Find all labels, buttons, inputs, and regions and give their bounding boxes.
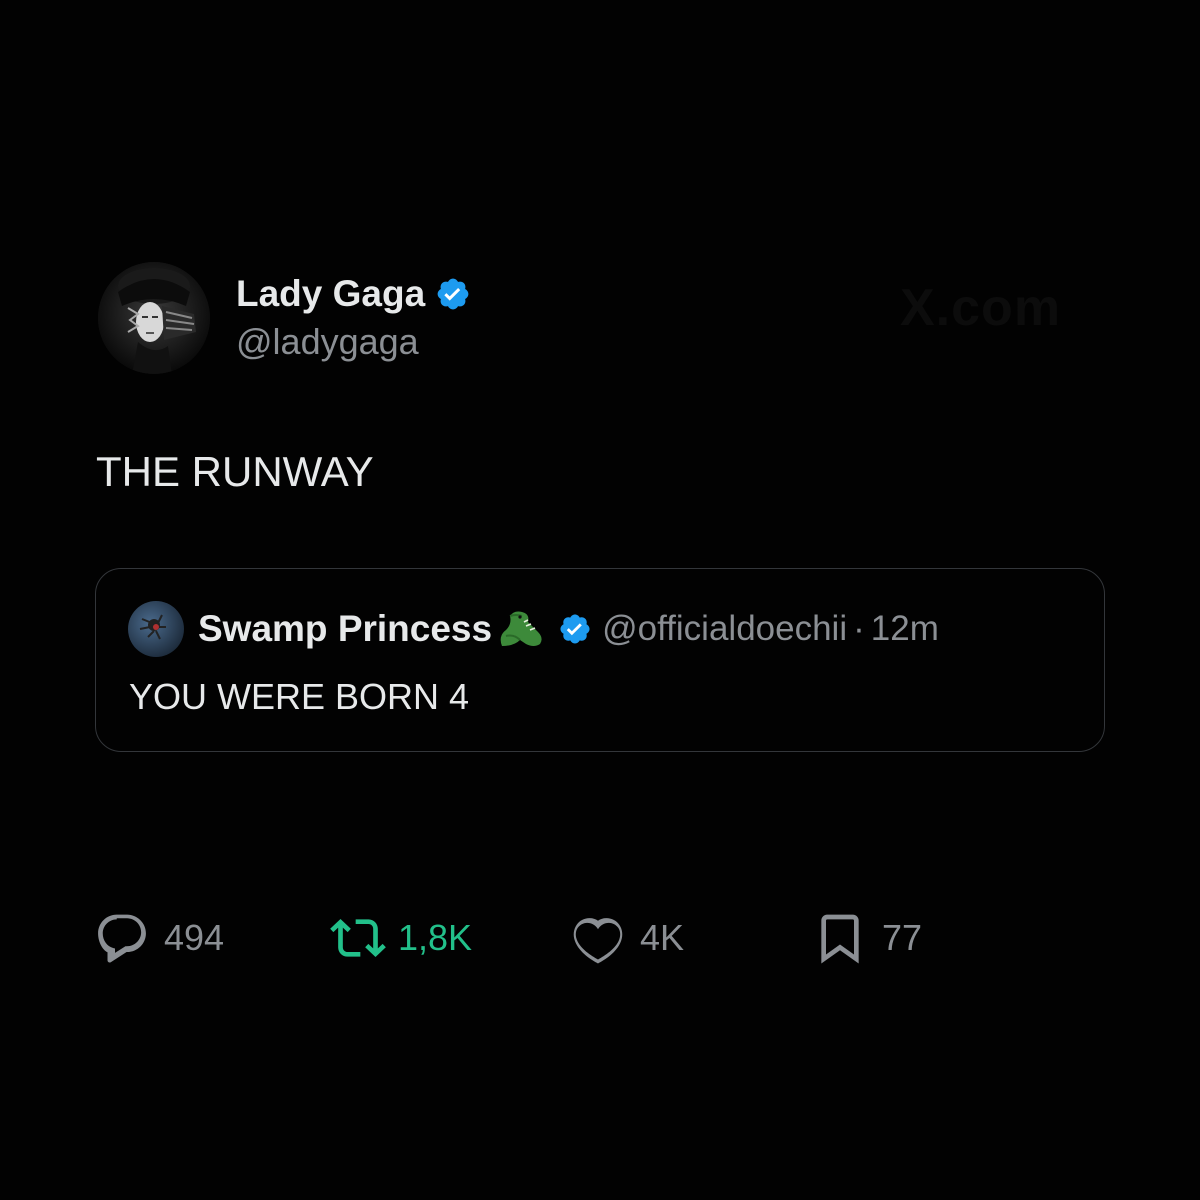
crocodile-icon bbox=[494, 606, 546, 652]
heart-icon bbox=[573, 918, 623, 964]
watermark: X.com bbox=[900, 279, 1062, 337]
bookmark-count: 77 bbox=[882, 917, 923, 958]
verified-badge-icon[interactable] bbox=[435, 276, 471, 312]
like-count: 4K bbox=[640, 917, 685, 958]
reply-count: 494 bbox=[164, 917, 225, 958]
tweet-screenshot: X.com Lady Gaga @ladygaga THE RUNWAY Swa… bbox=[0, 0, 1200, 1200]
like-button[interactable]: 4K bbox=[570, 910, 684, 966]
tweet-action-bar: 494 1,8K 4K 77 bbox=[94, 910, 994, 966]
quote-header: Swamp Princess @officialdoechii · 12m bbox=[128, 601, 939, 657]
author-info: Lady Gaga @ladygaga bbox=[236, 272, 471, 364]
bookmark-icon bbox=[821, 914, 859, 964]
bookmark-button[interactable]: 77 bbox=[812, 910, 922, 966]
quote-separator: · bbox=[853, 609, 865, 648]
retweet-count: 1,8K bbox=[398, 917, 473, 958]
quote-verified-badge-icon[interactable] bbox=[558, 612, 592, 646]
quote-tweet-card[interactable]: Swamp Princess @officialdoechii · 12m YO… bbox=[95, 568, 1105, 752]
quote-author-handle[interactable]: @officialdoechii bbox=[602, 607, 847, 651]
author-handle[interactable]: @ladygaga bbox=[236, 320, 471, 364]
quote-timestamp[interactable]: 12m bbox=[871, 607, 939, 651]
reply-button[interactable]: 494 bbox=[94, 910, 224, 966]
author-avatar[interactable] bbox=[98, 262, 210, 374]
retweet-button[interactable]: 1,8K bbox=[328, 910, 472, 966]
tweet-header: Lady Gaga @ladygaga bbox=[98, 262, 471, 374]
quote-author-avatar[interactable] bbox=[128, 601, 184, 657]
author-display-name[interactable]: Lady Gaga bbox=[236, 272, 425, 316]
retweet-arrows-icon bbox=[330, 919, 386, 957]
avatar-portrait-image bbox=[98, 262, 210, 374]
quote-author-display-name[interactable]: Swamp Princess bbox=[198, 607, 492, 651]
quote-avatar-image bbox=[128, 601, 184, 657]
author-name-row: Lady Gaga bbox=[236, 272, 471, 316]
speech-bubble-icon bbox=[98, 914, 146, 963]
quote-tweet-text: YOU WERE BORN 4 bbox=[129, 676, 470, 717]
tweet-text: THE RUNWAY bbox=[96, 448, 374, 495]
